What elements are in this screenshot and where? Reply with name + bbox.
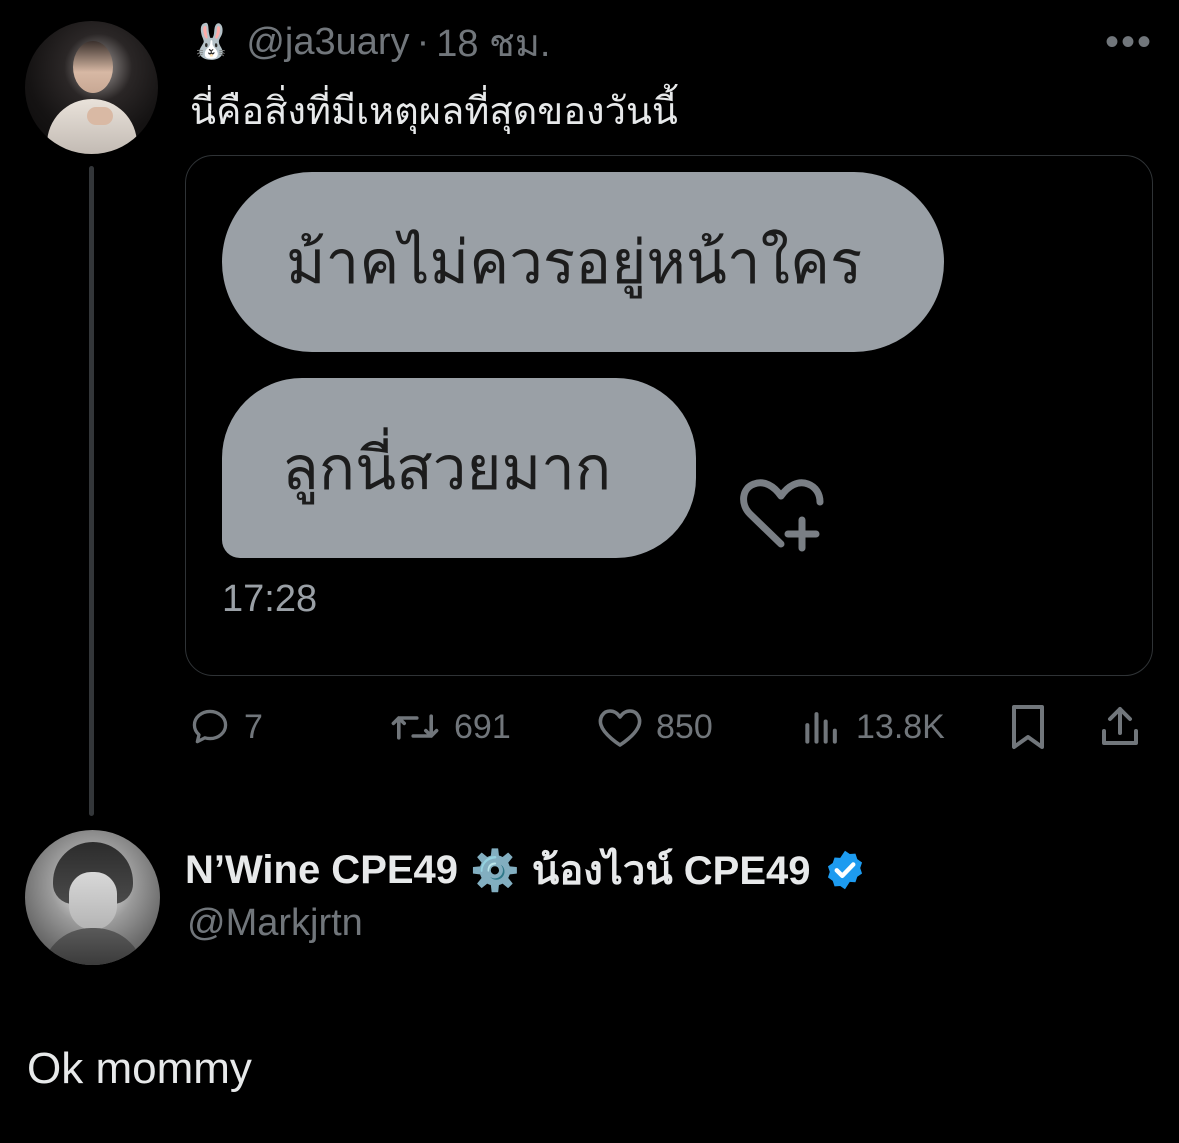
reply-author-name[interactable]: N’Wine CPE49 ⚙️ น้องไวน์ CPE49 [185,844,867,896]
share-button[interactable] [1098,702,1142,752]
reply-icon [192,709,228,744]
share-icon [1102,707,1138,745]
like-button[interactable]: 850 [596,702,713,752]
retweet-button[interactable]: 691 [388,702,511,752]
gear-icon: ⚙️ [470,848,520,893]
tweet-time[interactable]: 18 ชม. [436,12,550,73]
display-name-part2: น้องไวน์ CPE49 [531,849,811,893]
bookmark-button[interactable] [1006,702,1050,752]
reply-avatar[interactable] [25,830,160,965]
bunny-emoji: 🐰 [190,23,233,61]
views-icon [805,712,837,744]
author-avatar[interactable] [25,21,158,154]
bookmark-icon [1012,705,1044,749]
reply-button[interactable]: 7 [188,702,263,752]
verified-badge-icon [827,850,862,890]
reply-author-handle[interactable]: @Markjrtn [187,902,363,945]
reply-text: Ok mommy [27,1044,252,1093]
thread-line [89,166,94,816]
author-handle[interactable]: @ja3uary [246,21,409,64]
views-button[interactable]: 13.8K [800,702,945,752]
message-timestamp: 17:28 [222,578,318,620]
reply-count: 7 [244,707,263,746]
chat-bubble: ลูกนี่สวยมาก [222,378,696,558]
chat-bubble: ม้าคไม่ควรอยู่หน้าใคร [222,172,944,352]
tweet-actions: 7 691 850 13.8K [188,702,1148,752]
views-count: 13.8K [856,707,945,746]
retweet-icon [391,714,439,740]
separator-dot: · [416,20,430,63]
chat-bubble-text: ลูกนี่สวยมาก [282,433,612,504]
display-name-part1: N’Wine CPE49 [185,847,459,892]
tweet-text: นี่คือสิ่งที่มีเหตุผลที่สุดของวันนี้ [190,91,678,133]
heart-icon [598,709,642,747]
tweet-media[interactable]: ม้าคไม่ควรอยู่หน้าใคร ลูกนี่สวยมาก 17:28 [185,155,1153,676]
like-count: 850 [656,707,713,746]
tweet-header: 🐰 @ja3uary · 18 ชม. [190,18,550,66]
more-options-icon[interactable]: ••• [1105,22,1153,62]
heart-plus-icon [740,479,824,552]
retweet-count: 691 [454,707,511,746]
chat-bubble-text: ม้าคไม่ควรอยู่หน้าใคร [286,227,863,298]
